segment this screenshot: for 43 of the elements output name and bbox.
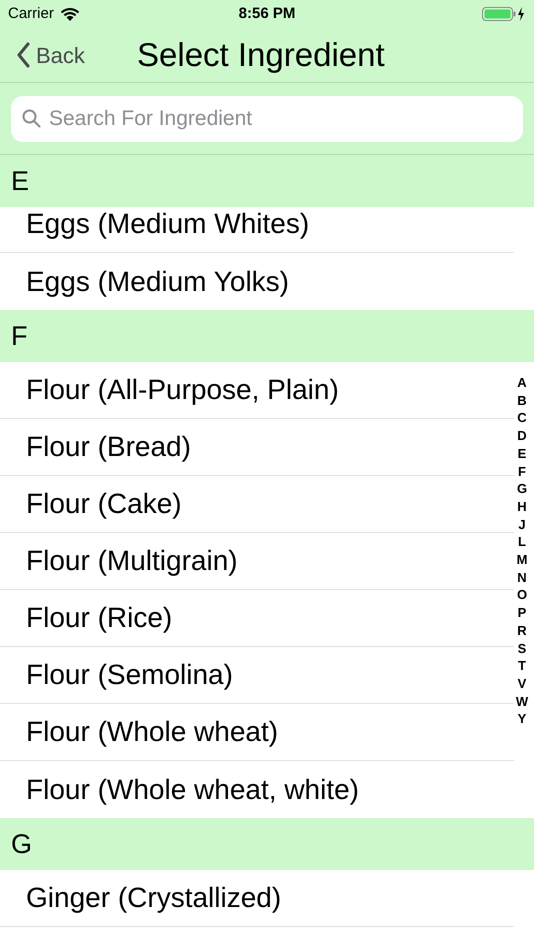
battery-charging-icon <box>482 6 526 22</box>
carrier-name: Carrier <box>8 4 54 24</box>
section-letter: E <box>11 164 30 198</box>
ingredient-row[interactable]: Flour (Rice) <box>0 590 514 647</box>
index-letter[interactable]: R <box>517 622 527 640</box>
search-field[interactable]: Search For Ingredient <box>11 96 523 142</box>
index-letter[interactable]: O <box>516 586 528 604</box>
index-letter[interactable]: T <box>518 657 526 675</box>
index-letter[interactable]: Y <box>518 710 526 728</box>
clock-time: 8:56 PM <box>238 4 296 24</box>
index-letter[interactable]: W <box>516 692 528 710</box>
index-letter[interactable]: E <box>518 444 526 463</box>
ingredient-row[interactable]: Flour (Whole wheat) <box>0 704 514 761</box>
ingredient-row[interactable]: Flour (Bread) <box>0 419 514 476</box>
index-letter[interactable]: D <box>517 427 527 445</box>
ingredient-row[interactable]: Flour (All-Purpose, Plain) <box>0 362 514 419</box>
section-letter: G <box>11 828 32 861</box>
section-letter: F <box>11 320 28 353</box>
index-letter[interactable]: V <box>518 674 526 693</box>
ingredient-row[interactable]: Flour (Cake) <box>0 476 514 533</box>
ingredient-row[interactable]: Ginger (Crystallized) <box>0 870 514 927</box>
ingredient-row[interactable]: Eggs (Medium Whites) <box>0 207 514 253</box>
wifi-icon <box>60 6 80 22</box>
index-letter[interactable]: L <box>518 533 526 552</box>
index-letter[interactable]: G <box>516 480 528 498</box>
page-title: Select Ingredient <box>137 35 385 76</box>
index-letter[interactable]: N <box>517 568 527 586</box>
index-letter[interactable]: H <box>517 498 527 516</box>
index-letter[interactable]: C <box>517 409 527 428</box>
chevron-left-icon <box>16 42 30 68</box>
back-button[interactable]: Back <box>0 38 85 72</box>
index-letter[interactable]: A <box>517 374 527 392</box>
search-icon <box>22 109 41 128</box>
ingredient-row[interactable]: Flour (Multigrain) <box>0 533 514 590</box>
index-letter[interactable]: M <box>516 551 528 569</box>
ingredient-row[interactable]: Flour (Semolina) <box>0 647 514 704</box>
index-letter[interactable]: B <box>517 392 527 410</box>
index-letter[interactable]: F <box>518 462 526 480</box>
index-letter[interactable]: J <box>518 516 526 534</box>
index-letter[interactable]: P <box>518 604 526 622</box>
ingredient-row[interactable]: Flour (Whole wheat, white) <box>0 761 534 818</box>
ingredient-row[interactable]: Eggs (Medium Yolks) <box>0 253 534 310</box>
index-letter[interactable]: S <box>518 640 526 658</box>
